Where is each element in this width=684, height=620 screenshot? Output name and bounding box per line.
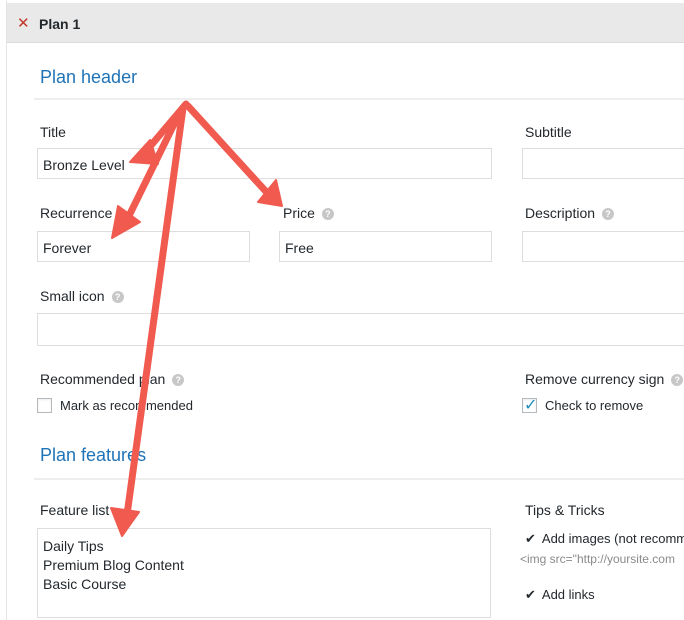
section-heading-plan-features: Plan features [40, 445, 147, 465]
checkmark-icon: ✔ [525, 531, 536, 546]
price-label: Price [283, 205, 315, 221]
tip-text: Add images (not recomm [541, 531, 684, 546]
section-divider [34, 478, 684, 480]
small-icon-label-group: Small icon? [40, 288, 124, 304]
recommended-checkbox[interactable] [37, 398, 52, 413]
close-icon[interactable]: ✕ [17, 16, 30, 31]
tip-item: ✔ Add links [525, 587, 595, 603]
help-icon[interactable]: ? [111, 291, 124, 303]
tip-code: <img src="http://yoursite.com [520, 552, 675, 566]
small-icon-label: Small icon [40, 288, 105, 304]
checkmark-icon: ✓ [524, 397, 538, 414]
title-input[interactable]: Bronze Level [37, 148, 492, 179]
plan-title-bar[interactable]: ✕ Plan 1 [7, 3, 684, 43]
remove-currency-label: Remove currency sign [525, 371, 665, 387]
subtitle-label: Subtitle [525, 124, 572, 140]
feature-line: Premium Blog Content [43, 557, 184, 573]
price-input[interactable]: Free [279, 231, 492, 262]
feature-list-label: Feature list [40, 502, 110, 518]
tip-text: Add links [541, 587, 595, 602]
recommended-label: Recommended plan [40, 371, 166, 387]
recommended-label-group: Recommended plan? [40, 371, 185, 387]
remove-currency-checkbox[interactable]: ✓ [522, 397, 538, 414]
tip-item: ✔ Add images (not recomm [525, 531, 684, 547]
tips-heading: Tips & Tricks [525, 502, 605, 518]
help-icon[interactable]: ? [321, 208, 334, 220]
recurrence-label: Recurrence [40, 205, 113, 221]
title-label: Title [40, 124, 66, 140]
recurrence-input[interactable]: Forever [37, 231, 250, 262]
help-icon[interactable]: ? [172, 374, 185, 386]
help-icon[interactable]: ? [671, 374, 684, 386]
section-heading-plan-header: Plan header [40, 67, 138, 87]
recommended-checkbox-label[interactable]: Mark as recommended [60, 398, 193, 413]
price-label-group: Price? [283, 205, 334, 221]
section-divider [34, 98, 684, 100]
feature-line: Basic Course [43, 576, 127, 592]
description-label: Description [525, 205, 596, 221]
feature-list-textarea[interactable]: Daily Tips Premium Blog Content Basic Co… [37, 528, 491, 618]
checkmark-icon: ✔ [525, 587, 536, 602]
plan-card: ✕ Plan 1 [6, 0, 684, 620]
subtitle-input[interactable] [522, 148, 684, 179]
help-icon[interactable]: ? [602, 208, 615, 220]
remove-currency-checkbox-label[interactable]: Check to remove [545, 398, 643, 413]
description-label-group: Description? [525, 205, 615, 221]
small-icon-input[interactable] [37, 313, 684, 346]
remove-currency-label-group: Remove currency sign? [525, 371, 684, 387]
feature-line: Daily Tips [43, 538, 104, 554]
plan-title: Plan 1 [39, 16, 81, 32]
description-input[interactable] [522, 231, 684, 262]
